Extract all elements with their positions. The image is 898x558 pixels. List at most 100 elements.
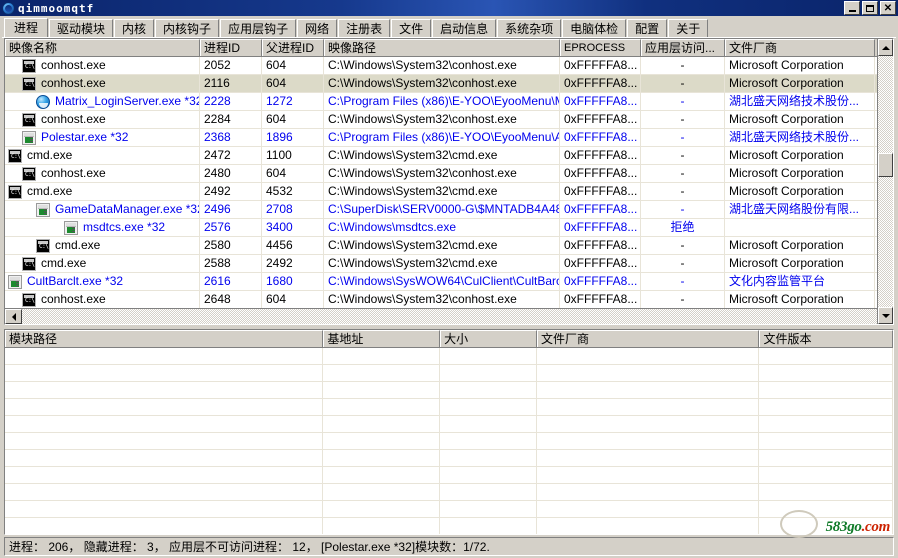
module-row[interactable] [5,467,893,484]
module-cell [323,365,441,382]
process-name-label: Polestar.exe *32 [41,130,129,144]
process-name-label: cmd.exe [27,184,73,198]
process-name-label: Matrix_LoginServer.exe *32 [55,94,200,108]
process-path-cell: C:\Windows\System32\conhost.exe [324,110,560,129]
scroll-up-button[interactable] [878,39,893,56]
module-row[interactable] [5,450,893,467]
process-vendor-cell: Microsoft Corporation [725,254,875,273]
process-col-header-5[interactable]: 应用层访问... [641,39,725,56]
process-row[interactable]: C:\ conhost.exe 2052 604 C:\Windows\System32… [5,57,893,75]
module-list-pane: 模块路径 基地址 大小 文件厂商 文件版本 [4,329,894,535]
module-cell [440,348,537,365]
hscroll-track[interactable] [22,309,877,324]
process-eprocess-cell: 0xFFFFFA8... [560,74,641,93]
tab-6[interactable]: 注册表 [338,19,391,38]
caret-up-icon [881,45,890,50]
tab-3[interactable]: 内核钩子 [155,19,220,38]
module-row[interactable] [5,518,893,534]
process-name-label: conhost.exe [41,292,106,306]
process-row[interactable]: Matrix_LoginServer.exe *32 2228 1272 C:\Pro… [5,92,893,111]
process-access-cell: - [641,74,725,93]
tab-8[interactable]: 启动信息 [432,19,497,38]
module-row[interactable] [5,399,893,416]
process-row[interactable]: C:\ cmd.exe 2588 2492 C:\Windows\System32\cm… [5,254,893,273]
process-row[interactable]: CultBarclt.exe *32 2616 1680 C:\Windows\Sys… [5,272,893,291]
process-row[interactable]: C:\ conhost.exe 2116 604 C:\Windows\System32… [5,74,893,93]
tab-7[interactable]: 文件 [391,19,432,38]
process-col-header-4[interactable]: EPROCESS [560,39,641,56]
process-grid-header: 映像名称 进程ID 父进程ID 映像路径 EPROCESS 应用层访问... 文件厂商 [5,39,893,57]
close-button[interactable]: ✕ [880,1,896,15]
process-name-label: msdtcs.exe *32 [83,220,166,234]
process-name-cell: C:\ cmd.exe [5,254,200,273]
maximize-button[interactable] [862,1,878,15]
tab-5[interactable]: 网络 [297,19,338,38]
process-row[interactable]: C:\ conhost.exe 2480 604 C:\Windows\System32… [5,164,893,183]
tab-0[interactable]: 进程 [4,18,49,38]
module-col-header-2[interactable]: 大小 [440,330,538,347]
process-path-cell: C:\SuperDisk\SERV0000-G\$MNTADB4A481\... [324,200,560,219]
module-row[interactable] [5,348,893,365]
module-row[interactable] [5,382,893,399]
tab-12[interactable]: 关于 [668,19,709,38]
module-col-header-0[interactable]: 模块路径 [5,330,324,347]
process-ppid-cell: 1896 [262,128,324,147]
process-path-cell: C:\Windows\msdtcs.exe [324,218,560,237]
module-col-header-4[interactable]: 文件版本 [759,330,893,347]
tab-2[interactable]: 内核 [114,19,155,38]
process-col-header-1[interactable]: 进程ID [200,39,262,56]
vscroll-track[interactable] [878,56,893,307]
module-row[interactable] [5,365,893,382]
vscroll-thumb[interactable] [878,153,893,177]
process-horizontal-scrollbar[interactable] [5,308,877,324]
minimize-button[interactable] [844,1,860,15]
module-row[interactable] [5,484,893,501]
process-row[interactable]: msdtcs.exe *32 2576 3400 C:\Windows\msdtcs.… [5,218,893,237]
module-row[interactable] [5,501,893,518]
process-row[interactable]: C:\ cmd.exe 2492 4532 C:\Windows\System32\cm… [5,182,893,201]
process-name-cell: C:\ conhost.exe [5,290,200,309]
tab-4[interactable]: 应用层钩子 [220,19,297,38]
process-access-cell: 拒绝 [641,218,725,237]
process-access-cell: - [641,236,725,255]
process-pid-cell: 2616 [200,272,262,291]
module-col-header-1[interactable]: 基地址 [323,330,441,347]
tab-9[interactable]: 系统杂项 [497,19,562,38]
process-name-label: conhost.exe [41,166,106,180]
module-cell [537,416,760,433]
process-col-header-0[interactable]: 映像名称 [5,39,200,56]
cmd-icon: C:\ [22,256,36,271]
module-cell [759,399,893,416]
process-eprocess-cell: 0xFFFFFA8... [560,92,641,111]
module-row[interactable] [5,416,893,433]
scroll-down-button[interactable] [878,307,893,324]
process-name-cell: C:\ conhost.exe [5,74,200,93]
cmd-icon: C:\ [22,58,36,73]
tab-10[interactable]: 电脑体检 [562,19,627,38]
process-row[interactable]: GameDataManager.exe *32 2496 2708 C:\SuperD… [5,200,893,219]
module-cell [759,450,893,467]
tab-1[interactable]: 驱动模块 [49,19,114,38]
process-name-cell: C:\ cmd.exe [5,146,200,165]
process-name-label: conhost.exe [41,58,106,72]
process-path-cell: C:\Windows\System32\cmd.exe [324,182,560,201]
process-row[interactable]: C:\ conhost.exe 2284 604 C:\Windows\System32… [5,110,893,129]
process-vertical-scrollbar[interactable] [877,39,893,324]
process-ppid-cell: 1680 [262,272,324,291]
tab-11[interactable]: 配置 [627,19,668,38]
process-col-header-6[interactable]: 文件厂商 [725,39,875,56]
process-row[interactable]: C:\ cmd.exe 2580 4456 C:\Windows\System32\cm… [5,236,893,255]
module-col-header-3[interactable]: 文件厂商 [537,330,760,347]
process-row[interactable]: C:\ conhost.exe 2648 604 C:\Windows\System32… [5,290,893,309]
process-col-header-2[interactable]: 父进程ID [262,39,324,56]
module-cell [5,433,324,450]
process-ppid-cell: 4532 [262,182,324,201]
process-pid-cell: 2052 [200,57,262,75]
module-cell [537,501,760,518]
process-row[interactable]: Polestar.exe *32 2368 1896 C:\Program Files… [5,128,893,147]
module-row[interactable] [5,433,893,450]
window-controls: ✕ [844,1,897,15]
scroll-left-button[interactable] [5,309,22,324]
process-col-header-3[interactable]: 映像路径 [324,39,560,56]
process-row[interactable]: C:\ cmd.exe 2472 1100 C:\Windows\System32\cm… [5,146,893,165]
